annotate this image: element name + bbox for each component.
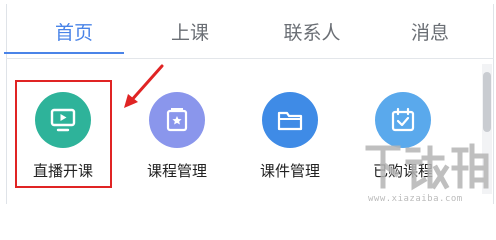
tab-contacts[interactable]: 联系人 (262, 18, 362, 45)
watermark: www.xiazaiba.com (362, 140, 492, 204)
folder-icon (262, 92, 318, 148)
app-label: 课程管理 (146, 162, 207, 180)
scrollbar-thumb[interactable] (483, 72, 491, 132)
tab-class[interactable]: 上课 (140, 18, 240, 45)
highlight-box (15, 80, 112, 188)
app-courseware-management[interactable]: 课件管理 (240, 92, 340, 181)
red-arrow-icon (124, 64, 164, 108)
watermark-site: www.xiazaiba.com (368, 194, 463, 204)
active-tab-indicator (4, 52, 124, 54)
watermark-logo-icon (365, 143, 489, 191)
tab-messages[interactable]: 消息 (380, 18, 480, 45)
tab-divider (6, 58, 494, 59)
tab-bar: 首页 上课 联系人 消息 (6, 4, 494, 58)
tab-home[interactable]: 首页 (24, 18, 124, 45)
app-label: 课件管理 (259, 162, 320, 180)
